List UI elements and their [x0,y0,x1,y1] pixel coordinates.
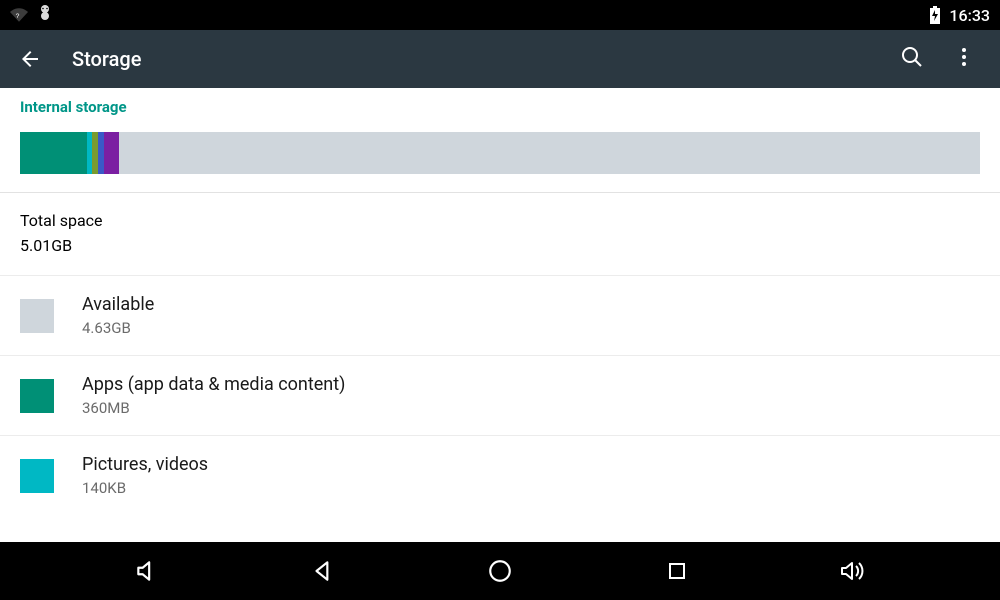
total-space-value: 5.01GB [20,236,72,255]
content-scroll[interactable]: Internal storage Total space 5.01GB Avai… [0,88,1000,542]
row-total-space[interactable]: Total space 5.01GB [0,193,1000,276]
nav-recent-button[interactable] [647,542,707,600]
wifi-icon: ? [10,6,28,24]
svg-text:?: ? [16,13,20,20]
nav-home-button[interactable] [470,542,530,600]
available-label: Available [82,294,154,315]
battery-icon [929,6,941,24]
usage-segment-other [104,132,118,174]
storage-usage-bar [20,132,980,174]
row-apps[interactable]: Apps (app data & media content) 360MB [0,356,1000,436]
available-value: 4.63GB [82,319,154,337]
usage-segment-downloads [98,132,105,174]
row-pictures[interactable]: Pictures, videos 140KB [0,436,1000,515]
swatch-apps [20,379,54,413]
status-bar: ? 16:33 [0,0,1000,30]
swatch-pictures [20,459,54,493]
app-bar: Storage [0,30,1000,88]
pictures-label: Pictures, videos [82,454,208,475]
search-icon[interactable] [900,45,924,73]
page-title: Storage [72,47,870,71]
swatch-available [20,299,54,333]
volume-down-button[interactable] [117,542,177,600]
overflow-menu-icon[interactable] [952,45,976,73]
navigation-bar [0,542,1000,600]
apps-label: Apps (app data & media content) [82,374,345,395]
pictures-value: 140KB [82,479,208,497]
section-header-internal: Internal storage [0,88,1000,122]
back-button[interactable] [18,47,42,71]
row-available[interactable]: Available 4.63GB [0,276,1000,356]
total-space-label: Total space [20,211,103,230]
usage-bar-container [0,122,1000,192]
volume-up-button[interactable] [823,542,883,600]
usage-segment-apps [20,132,87,174]
usb-debug-icon [38,4,52,26]
apps-value: 360MB [82,399,345,417]
nav-back-button[interactable] [293,542,353,600]
status-time: 16:33 [949,6,990,25]
